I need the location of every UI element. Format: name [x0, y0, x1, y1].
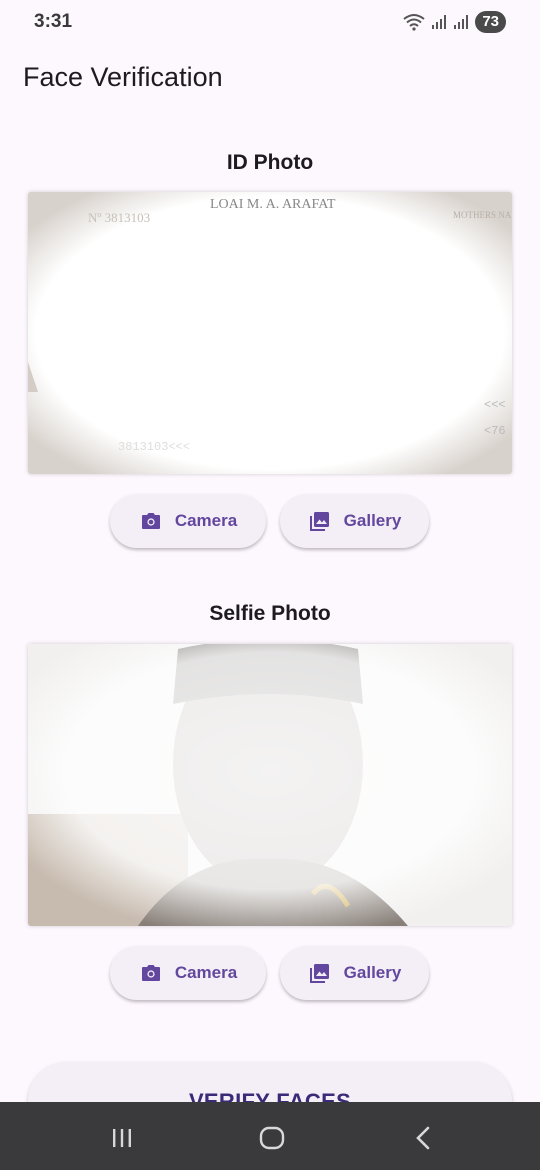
id-photo-title: ID Photo — [226, 151, 314, 174]
recents-icon[interactable] — [108, 1124, 136, 1152]
status-time: 3:31 — [34, 11, 73, 32]
wifi-icon — [403, 14, 425, 31]
id-gallery-label: Gallery — [343, 511, 402, 530]
camera-icon — [141, 513, 160, 529]
svg-text:<<<: <<< — [484, 398, 506, 412]
svg-text:3813103<<<: 3813103<<< — [118, 440, 190, 454]
selfie-gallery-label: Gallery — [343, 963, 402, 982]
svg-text:LOAI M. A. ARAFAT: LOAI M. A. ARAFAT — [210, 197, 336, 212]
id-gallery-button[interactable]: Gallery — [280, 494, 429, 548]
camera-icon — [141, 965, 160, 981]
selfie-camera-button[interactable]: Camera — [110, 946, 266, 1000]
signal-icon — [432, 15, 447, 29]
page-title: Face Verification — [23, 62, 223, 92]
selfie-photo-title: Selfie Photo — [209, 602, 331, 625]
battery-badge: 73 — [475, 11, 506, 33]
svg-text:MOTHERS NAME: MOTHERS NAME — [453, 210, 512, 220]
id-photo-preview: LOAI M. A. ARAFAT Nº 3813103 MOTHERS NAM… — [28, 192, 512, 474]
status-icons: 73 — [403, 11, 506, 33]
svg-text:Nº 3813103: Nº 3813103 — [88, 210, 150, 225]
back-icon[interactable] — [410, 1124, 438, 1152]
gallery-icon — [309, 964, 329, 983]
id-camera-label: Camera — [174, 511, 238, 530]
svg-text:<76: <76 — [484, 424, 506, 438]
gallery-icon — [309, 512, 329, 531]
selfie-camera-label: Camera — [174, 963, 238, 982]
id-camera-button[interactable]: Camera — [110, 494, 266, 548]
selfie-photo-preview — [28, 644, 512, 926]
status-bar: 3:31 73 — [0, 0, 540, 44]
home-icon[interactable] — [258, 1124, 286, 1152]
signal-icon — [454, 15, 469, 29]
system-nav-bar — [0, 1102, 540, 1170]
selfie-gallery-button[interactable]: Gallery — [280, 946, 429, 1000]
